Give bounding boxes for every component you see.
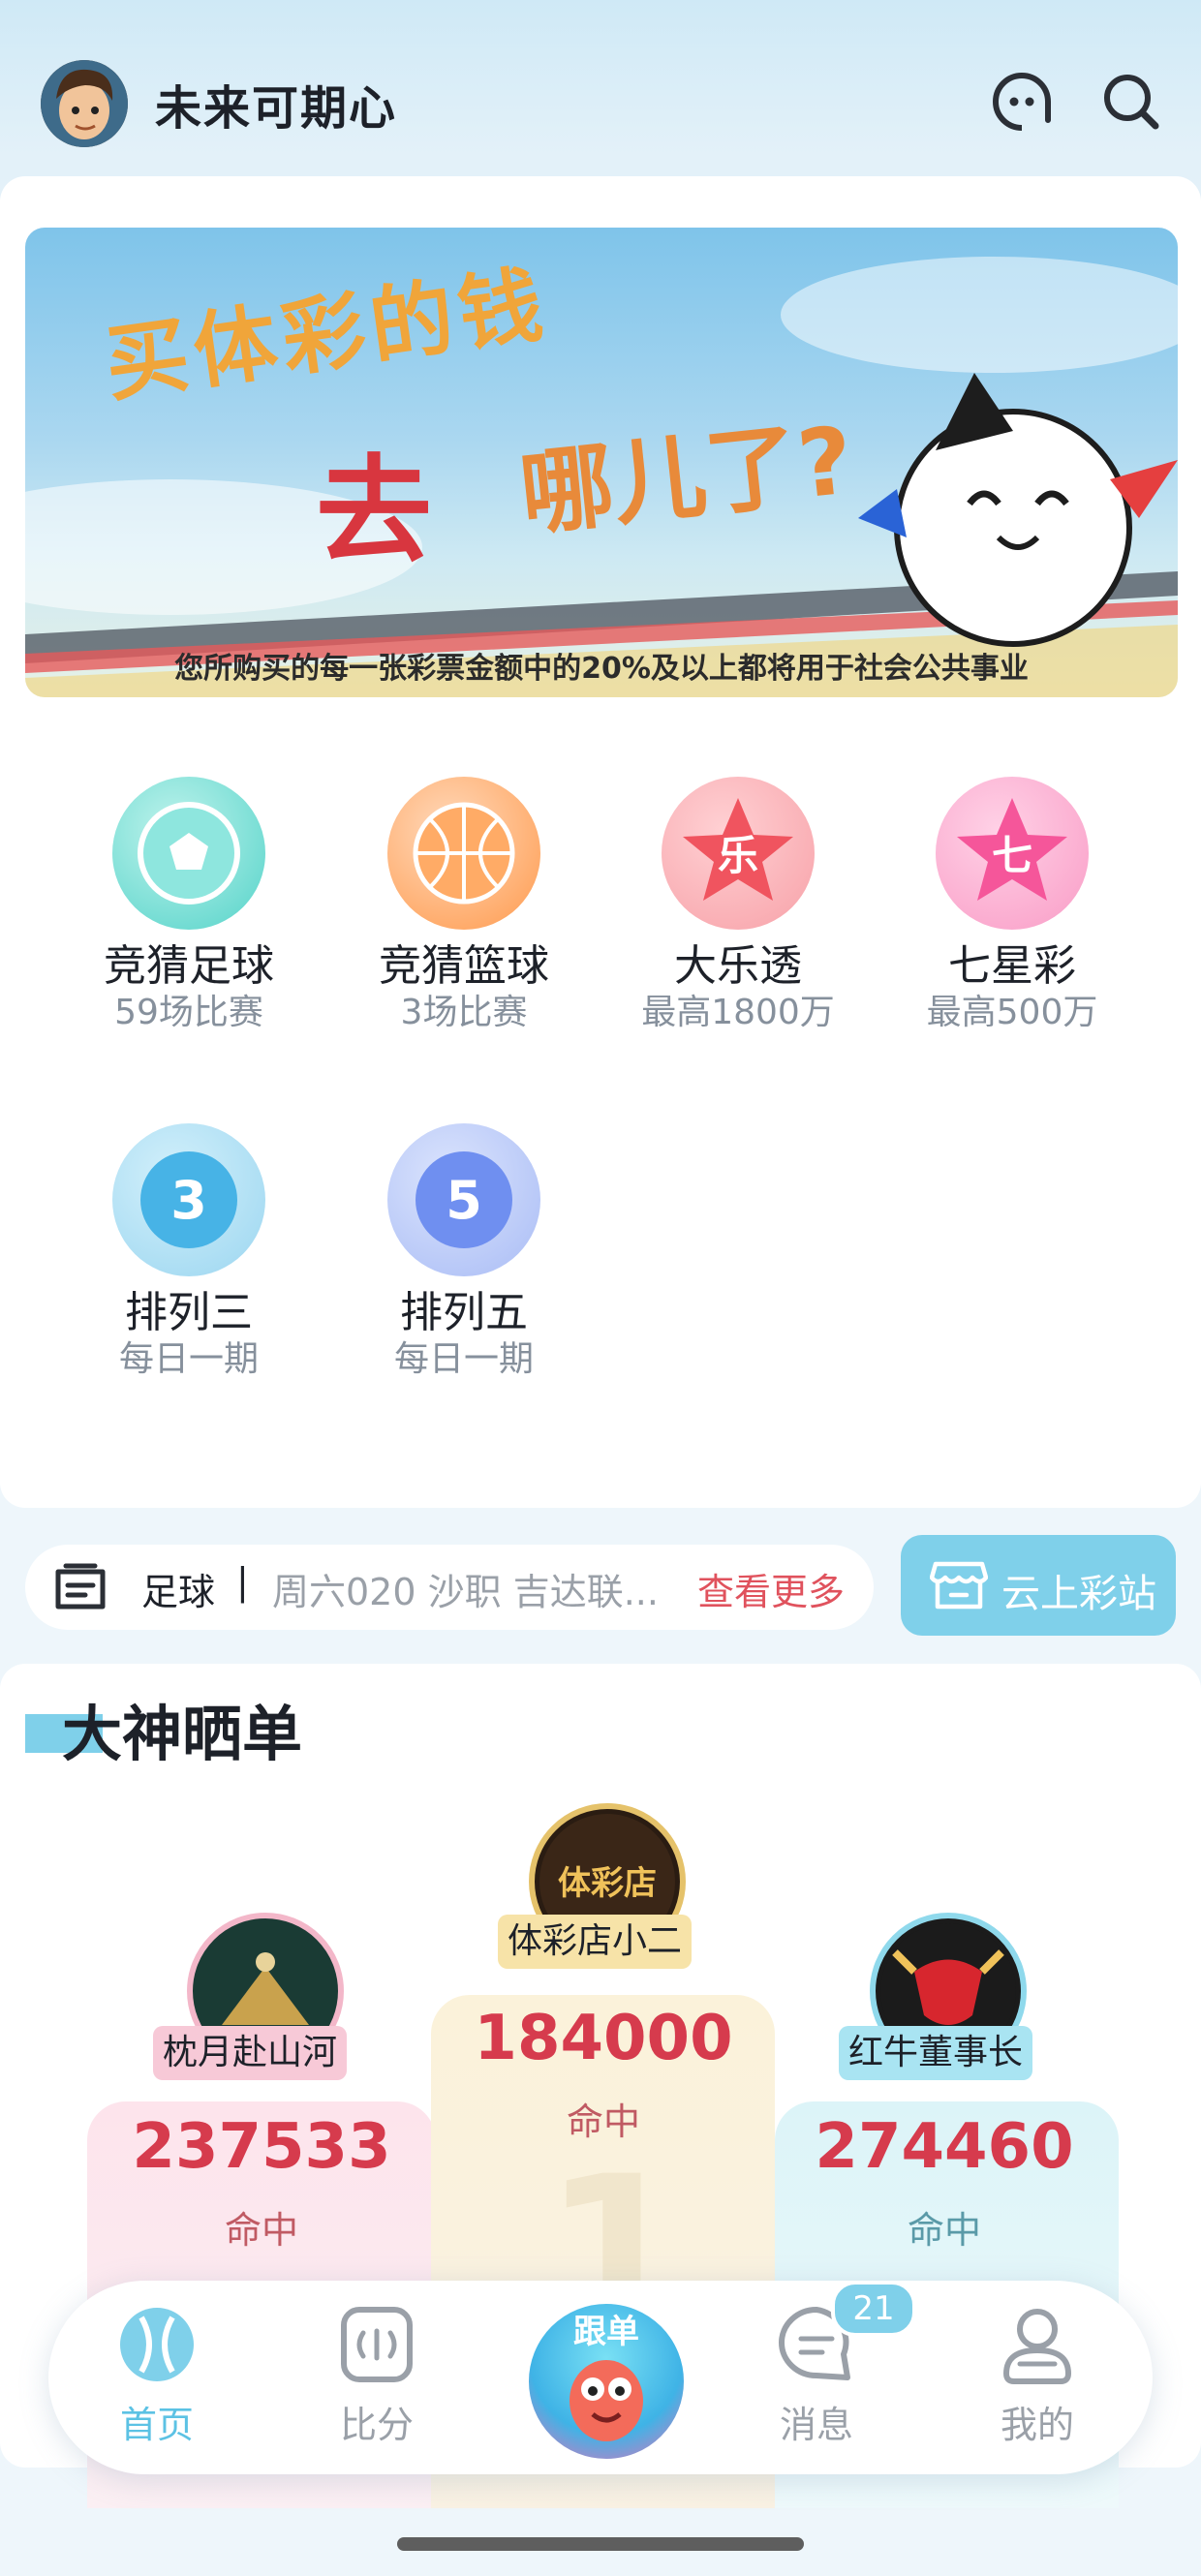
game-qixingcai[interactable]: 七 七星彩 最高500万 [886, 777, 1138, 1034]
game-title: 大乐透 [674, 941, 802, 991]
top-header: 未来可期心 [0, 0, 1201, 174]
message-count-badge: 21 [831, 2281, 916, 2337]
home-indicator[interactable] [397, 2537, 804, 2551]
svg-text:5: 5 [446, 1170, 482, 1231]
notice-more-link[interactable]: 查看更多 [697, 1562, 845, 1615]
game-pailie5[interactable]: 5 排列五 每日一期 [338, 1123, 590, 1381]
game-subtitle: 每日一期 [118, 1339, 259, 1379]
podium-value-1: 184000 [474, 2003, 733, 2074]
home-icon [120, 2308, 194, 2381]
store-icon [929, 1560, 989, 1610]
game-subtitle: 3场比赛 [400, 993, 528, 1032]
daletou-star-icon: 乐 [662, 777, 815, 930]
podium-name-1: 体彩店小二 [498, 1915, 693, 1969]
game-jingcai-basketball[interactable]: 竞猜篮球 3场比赛 [338, 777, 590, 1034]
podium-value-3: 274460 [815, 2111, 1074, 2183]
tab-follow-order-label: 跟单 [573, 2313, 639, 2351]
match-notice-bar[interactable]: 足球 | 周六020 沙职 吉达联... 查看更多 [25, 1545, 874, 1630]
game-daletou[interactable]: 乐 大乐透 最高1800万 [612, 777, 864, 1034]
basketball-icon [387, 777, 540, 930]
tab-messages-label: 消息 [779, 2404, 853, 2446]
podium-name-3: 红牛董事长 [839, 2026, 1033, 2080]
game-subtitle: 最高1800万 [641, 993, 835, 1032]
tab-home-label: 首页 [119, 2404, 194, 2446]
game-pailie3[interactable]: 3 排列三 每日一期 [63, 1123, 315, 1381]
tab-score-label: 比分 [339, 2404, 414, 2446]
game-title: 七星彩 [948, 941, 1076, 991]
podium-hit-label-3: 命中 [907, 2209, 981, 2252]
banner-headline-red: 去 [316, 445, 432, 579]
qixingcai-star-icon: 七 [936, 777, 1089, 930]
svg-text:乐: 乐 [718, 832, 758, 879]
game-subtitle: 59场比赛 [114, 993, 263, 1032]
tab-profile[interactable]: 我的 [955, 2304, 1120, 2448]
podium-hit-label-2: 命中 [224, 2209, 298, 2252]
tab-follow-order[interactable]: 跟单 [523, 2298, 690, 2465]
game-jingcai-football[interactable]: 竞猜足球 59场比赛 [63, 777, 315, 1034]
game-title: 竞猜篮球 [379, 941, 549, 991]
follow-order-mascot-icon: 跟单 [570, 2313, 643, 2441]
game-title: 排列五 [400, 1288, 528, 1337]
pailie5-ball-icon: 5 [387, 1123, 540, 1276]
cloud-store-button[interactable]: 云上彩站 [901, 1535, 1176, 1636]
bottom-tab-bar: 首页 比分 跟单 消息 21 我的 [48, 2281, 1153, 2474]
svg-text:七: 七 [992, 832, 1032, 879]
podium-hit-label-1: 命中 [566, 2101, 640, 2143]
section-title: 大神晒单 [62, 1699, 303, 1769]
score-icon [341, 2307, 413, 2382]
game-subtitle: 每日一期 [393, 1339, 534, 1379]
game-title: 排列三 [125, 1288, 253, 1337]
tab-profile-label: 我的 [1000, 2404, 1074, 2446]
football-icon [112, 777, 265, 930]
notice-category: 足球 [141, 1571, 216, 1613]
profile-icon [1002, 2309, 1072, 2384]
cloud-store-label: 云上彩站 [1001, 1572, 1156, 1616]
user-avatar[interactable] [41, 60, 128, 147]
podium-value-2: 237533 [132, 2111, 391, 2183]
notice-divider: | [236, 1560, 249, 1603]
promo-banner[interactable]: 买体彩的钱 去 哪儿了? 您所购买的每一张彩票金额中的20%及以上都将用于社会公… [25, 228, 1178, 697]
search-icon[interactable] [1099, 70, 1163, 134]
pailie3-ball-icon: 3 [112, 1123, 265, 1276]
game-subtitle: 最高500万 [926, 993, 1098, 1032]
customer-service-icon[interactable] [990, 70, 1054, 134]
username[interactable]: 未来可期心 [155, 70, 397, 138]
podium-avatar-1-text: 体彩店 [558, 1864, 657, 1903]
tab-score[interactable]: 比分 [294, 2304, 459, 2448]
notice-text: 周六020 沙职 吉达联... [272, 1571, 659, 1613]
notice-icon [52, 1562, 108, 1612]
podium-name-2: 枕月赴山河 [153, 2026, 348, 2080]
banner-caption: 您所购买的每一张彩票金额中的20%及以上都将用于社会公共事业 [174, 652, 1029, 686]
game-title: 竞猜足球 [104, 941, 274, 991]
tab-home[interactable]: 首页 [75, 2304, 239, 2448]
tab-messages[interactable]: 消息 21 [734, 2281, 916, 2448]
svg-text:3: 3 [170, 1170, 207, 1231]
